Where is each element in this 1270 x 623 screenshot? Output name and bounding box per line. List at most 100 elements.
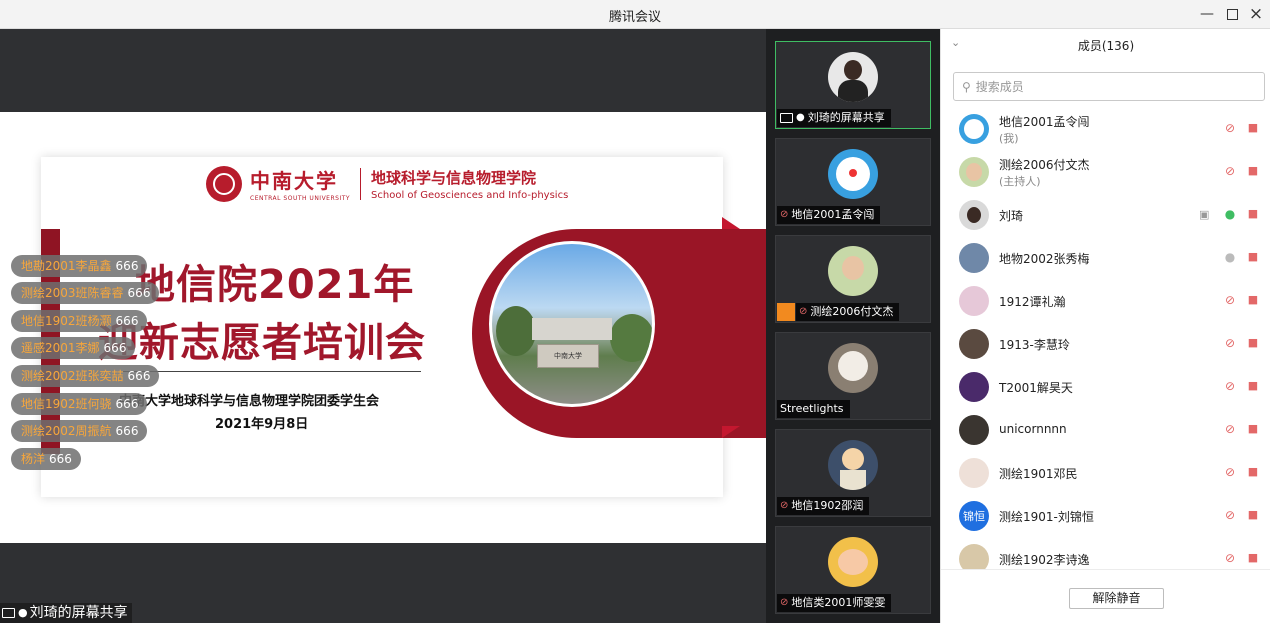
member-row[interactable]: 锦恒 测绘1901-刘锦恒 ⊘ ■ [941, 494, 1270, 537]
host-icon [777, 303, 795, 321]
university-name-en: CENTRAL SOUTH UNIVERSITY [250, 195, 351, 202]
chat-bubble: 遥感2001李娜 666 [11, 337, 136, 359]
avatar [959, 329, 989, 359]
camera-off-icon[interactable]: ■ [1245, 336, 1261, 352]
avatar [828, 246, 878, 296]
campus-photo: 中南大学 [489, 241, 655, 407]
slide-logo-row: 中南大学 CENTRAL SOUTH UNIVERSITY 地球科学与信息物理学… [206, 165, 568, 202]
mic-icon: ● [18, 606, 28, 619]
chat-bubble: 杨洋 666 [11, 448, 81, 470]
tencent-meeting-window: 腾讯会议 — × 中南大学 CENTRAL SOUTH UNIVERSITY 地… [0, 0, 1270, 623]
member-row[interactable]: unicornnnn ⊘ ■ [941, 408, 1270, 451]
video-tile[interactable]: ⊘ 地信类2001师雯雯 [775, 526, 931, 614]
mic-muted-icon: ⊘ [780, 209, 789, 220]
avatar [959, 200, 989, 230]
video-tile[interactable]: Streetlights [775, 332, 931, 420]
member-row[interactable]: T2001解昊天 ⊘ ■ [941, 365, 1270, 408]
screen-share-label: ● 刘琦的屏幕共享 [0, 603, 132, 623]
chat-bubble: 测绘2002周振航 666 [11, 420, 148, 442]
mic-muted-icon[interactable]: ⊘ [1223, 551, 1237, 567]
avatar [959, 157, 989, 187]
member-row[interactable]: 刘琦 ▣ ● ■ [941, 193, 1270, 236]
university-seal-icon [206, 165, 242, 202]
video-tile[interactable]: ⊘ 测绘2006付文杰 [775, 235, 931, 323]
avatar [959, 458, 989, 488]
member-row[interactable]: 地信2001孟令闯 (我) ⊘ ■ [941, 107, 1270, 150]
minimize-icon[interactable]: — [1196, 4, 1218, 24]
avatar [828, 343, 878, 393]
slide-title-line2: 迎新志愿者培训会 [98, 320, 426, 366]
member-row[interactable]: 地物2002张秀梅 ● ■ [941, 236, 1270, 279]
chat-bubble: 测绘2003班陈睿睿 666 [11, 282, 160, 304]
school-name-en: School of Geosciences and Info-physics [371, 189, 569, 201]
video-tile[interactable]: ⊘ 地信1902邵润 [775, 429, 931, 517]
university-name: 中南大学 [250, 169, 338, 193]
close-icon[interactable]: × [1245, 4, 1267, 24]
screen-share-icon [780, 113, 793, 123]
members-header: ⌄ 成员(136) [941, 29, 1270, 59]
video-tile[interactable]: ⊘ 地信2001孟令闯 [775, 138, 931, 226]
avatar [828, 537, 878, 587]
member-row[interactable]: 测绘1901邓民 ⊘ ■ [941, 451, 1270, 494]
avatar [828, 149, 878, 199]
member-row[interactable]: 测绘2006付文杰 (主持人) ⊘ ■ [941, 150, 1270, 193]
mic-icon: ● [796, 112, 805, 123]
camera-off-icon[interactable]: ■ [1245, 551, 1261, 567]
member-list: 地信2001孟令闯 (我) ⊘ ■ 测绘2006付文杰 (主持人) ⊘ ■ 刘琦… [941, 107, 1270, 569]
avatar [959, 415, 989, 445]
mic-muted-icon[interactable]: ⊘ [1223, 336, 1237, 352]
member-row[interactable]: 测绘1902李诗逸 ⊘ ■ [941, 537, 1270, 569]
mic-muted-icon[interactable]: ⊘ [1223, 121, 1237, 137]
avatar [959, 286, 989, 316]
camera-off-icon[interactable]: ■ [1245, 422, 1261, 438]
title-bar: 腾讯会议 — × [0, 0, 1270, 29]
video-tiles-column: ● 刘琦的屏幕共享 ⊘ 地信2001孟令闯 ⊘ 测绘2006付文杰 Street… [766, 29, 940, 623]
avatar [959, 114, 989, 144]
school-name: 地球科学与信息物理学院 [371, 168, 537, 187]
mic-muted-icon[interactable]: ⊘ [1223, 293, 1237, 309]
window-title: 腾讯会议 [608, 10, 661, 25]
chat-bubble: 地信1902班何骁 666 [11, 393, 148, 415]
screen-share-icon: ▣ [1199, 208, 1210, 221]
maximize-icon[interactable] [1221, 4, 1243, 24]
avatar [828, 440, 878, 490]
video-tile[interactable]: ● 刘琦的屏幕共享 [775, 41, 931, 129]
mic-muted-icon: ⊘ [780, 597, 789, 608]
mic-on-icon[interactable]: ● [1223, 207, 1237, 223]
slide-subtitle: 中南大学地球科学与信息物理学院团委学生会 [119, 394, 380, 409]
unmute-button[interactable]: 解除静音 [1069, 588, 1164, 609]
camera-off-icon[interactable]: ■ [1245, 121, 1261, 137]
mic-muted-icon[interactable]: ⊘ [1223, 508, 1237, 524]
avatar [959, 544, 989, 569]
chat-bubble: 测绘2002班张奕喆 666 [11, 365, 160, 387]
mic-icon[interactable]: ● [1223, 250, 1237, 266]
camera-off-icon[interactable]: ■ [1245, 508, 1261, 524]
camera-off-icon[interactable]: ■ [1245, 465, 1261, 481]
camera-off-icon[interactable]: ■ [1245, 164, 1261, 180]
mic-muted-icon[interactable]: ⊘ [1223, 422, 1237, 438]
mic-muted-icon[interactable]: ⊘ [1223, 465, 1237, 481]
members-panel: ⌄ 成员(136) ⚲ 地信2001孟令闯 (我) ⊘ ■ 测绘2006付文杰 … [940, 29, 1270, 623]
screen-share-icon [2, 608, 15, 618]
members-title: 成员(136) [1077, 39, 1135, 53]
member-search-input[interactable] [975, 79, 1246, 94]
camera-off-icon[interactable]: ■ [1245, 250, 1261, 266]
camera-off-icon[interactable]: ■ [1245, 379, 1261, 395]
member-search-box[interactable]: ⚲ [953, 72, 1265, 101]
member-row[interactable]: 1912谭礼瀚 ⊘ ■ [941, 279, 1270, 322]
avatar [959, 372, 989, 402]
avatar [828, 52, 878, 102]
slide-title-line1: 地信院2021年 [135, 262, 415, 308]
avatar: 锦恒 [959, 501, 989, 531]
slide-date: 2021年9月8日 [215, 417, 309, 432]
camera-off-icon[interactable]: ■ [1245, 207, 1261, 223]
members-footer: 解除静音 [941, 569, 1270, 623]
mic-muted-icon: ⊘ [799, 306, 808, 317]
chat-bubble: 地信1902班杨灏 666 [11, 310, 148, 332]
avatar [959, 243, 989, 273]
camera-off-icon[interactable]: ■ [1245, 293, 1261, 309]
member-row[interactable]: 1913-李慧玲 ⊘ ■ [941, 322, 1270, 365]
mic-muted-icon[interactable]: ⊘ [1223, 164, 1237, 180]
mic-muted-icon[interactable]: ⊘ [1223, 379, 1237, 395]
mic-muted-icon: ⊘ [780, 500, 789, 511]
